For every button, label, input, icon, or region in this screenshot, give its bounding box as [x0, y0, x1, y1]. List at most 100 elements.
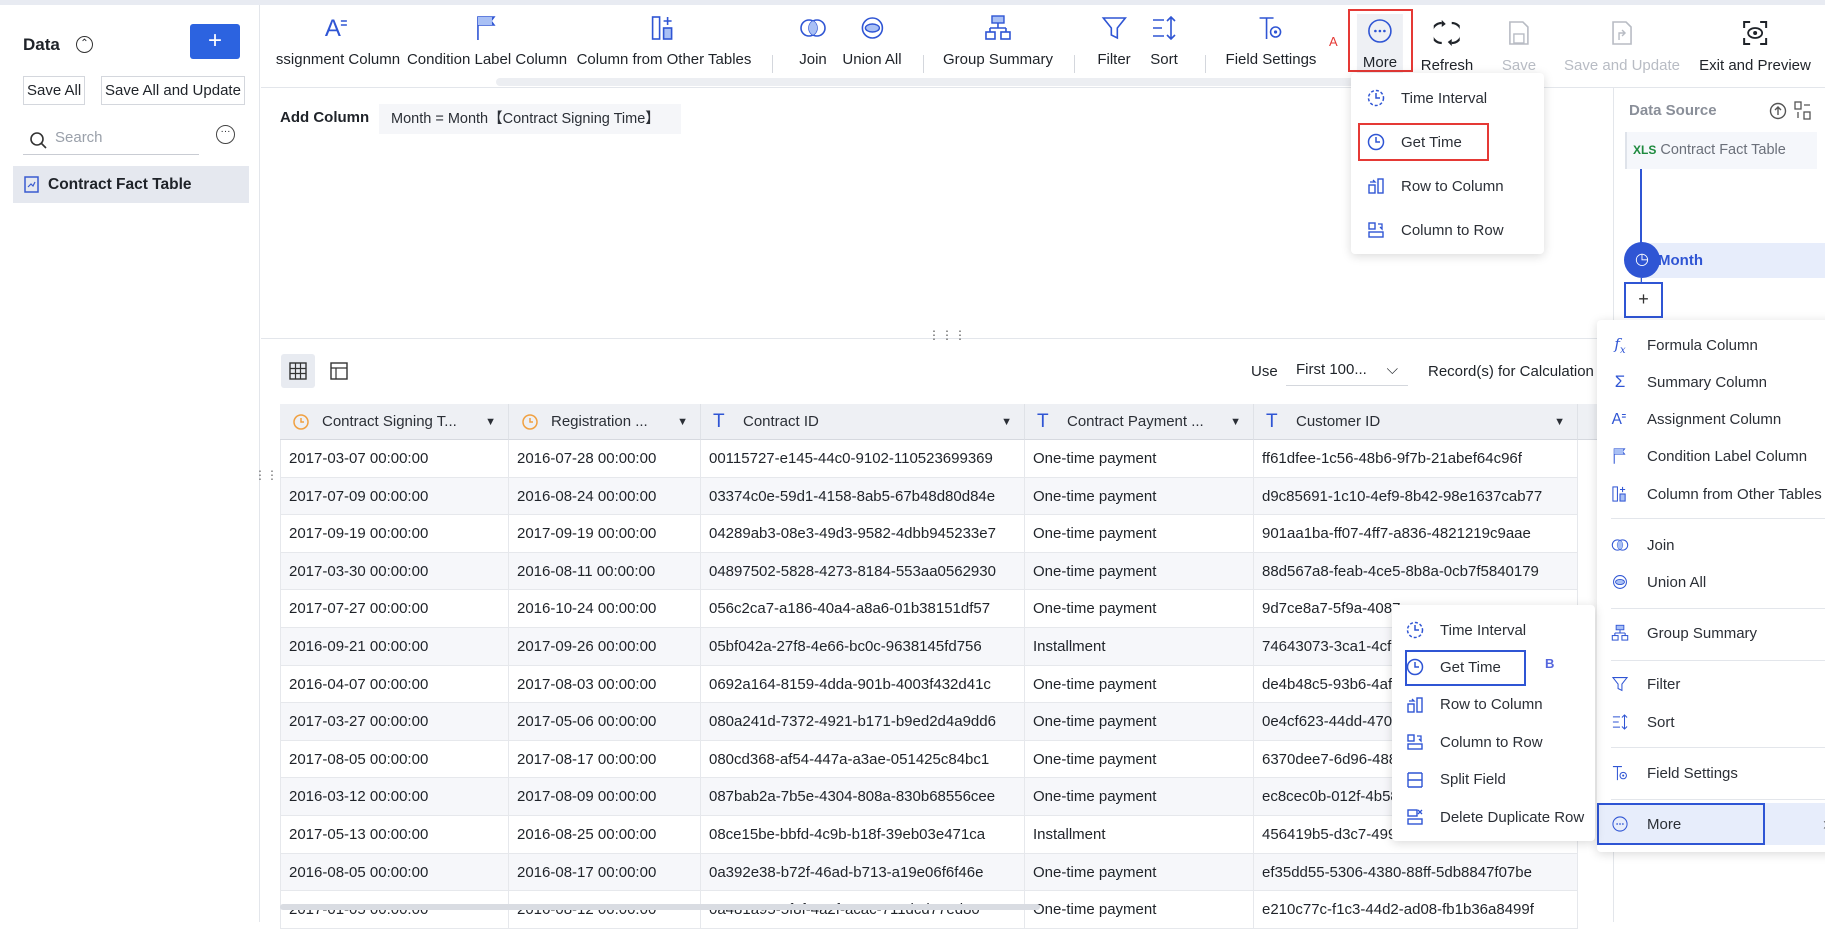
table-cell: 2017-05-13 00:00:00: [280, 816, 509, 854]
menu-divider: [1611, 518, 1825, 519]
toolbar-column-from-other-tables-button[interactable]: Column from Other Tables: [577, 13, 751, 68]
column-header-contract-payment[interactable]: T Contract Payment ... ▼: [1025, 404, 1254, 440]
table-cell: 2016-08-25 00:00:00: [509, 816, 701, 854]
column-menu-icon[interactable]: ▼: [1001, 416, 1012, 428]
row-to-column-icon: [1368, 178, 1384, 194]
save-all-button[interactable]: Save All: [23, 76, 86, 105]
collapse-icon[interactable]: ⌃: [76, 36, 93, 53]
column-menu-icon[interactable]: ▼: [485, 416, 496, 428]
table-cell: 2016-03-12 00:00:00: [280, 778, 509, 816]
formula-icon: fx: [1614, 334, 1626, 356]
add-menu-item-filter[interactable]: Filter: [1597, 666, 1825, 702]
exit-and-preview-button[interactable]: Exit and Preview: [1699, 18, 1811, 74]
submenu-item-split-field[interactable]: Split Field: [1392, 762, 1595, 798]
table-cell: d9c85691-1c10-4ef9-8b42-98e1637cab77: [1254, 477, 1578, 516]
more-submenu: Time Interval Get Time Row to Column Column…: [1392, 605, 1595, 841]
save-and-update-button[interactable]: Save and Update: [1564, 18, 1680, 74]
toolbar-filter-button[interactable]: Filter: [1097, 13, 1131, 68]
table-cell: 2016-07-28 00:00:00: [509, 440, 701, 478]
join-icon: [1611, 539, 1629, 551]
add-menu-item-condition-label-column[interactable]: Condition Label Column: [1597, 438, 1825, 474]
group-summary-icon: [1611, 624, 1629, 641]
submenu-item-delete-duplicate-row[interactable]: Delete Duplicate Row: [1392, 799, 1595, 835]
add-menu-item-join[interactable]: Join: [1597, 527, 1825, 563]
add-menu-item-group-summary[interactable]: Group Summary: [1597, 615, 1825, 651]
search-icon: [30, 132, 47, 149]
add-menu-item-assignment-column[interactable]: A Assignment Column: [1597, 401, 1825, 437]
add-menu-item-formula-column[interactable]: fx Formula Column: [1597, 327, 1825, 363]
search-input[interactable]: Search: [23, 123, 199, 155]
add-step-button[interactable]: +: [1624, 282, 1663, 318]
table-cell: One-time payment: [1025, 778, 1254, 816]
column-header-registration[interactable]: Registration ... ▼: [509, 404, 701, 440]
sidebar-item-contract-fact-table[interactable]: Contract Fact Table: [13, 166, 249, 203]
table-horizontal-scrollbar[interactable]: [280, 904, 1040, 910]
add-menu-item-column-from-other-tables[interactable]: Column from Other Tables: [1597, 476, 1825, 512]
history-icon[interactable]: [1769, 101, 1787, 121]
add-menu-item-sort[interactable]: Sort: [1597, 704, 1825, 740]
record-count-select[interactable]: First 100... ⌵: [1286, 354, 1408, 386]
time-interval-icon: [1406, 621, 1424, 639]
layout-switch-icon[interactable]: [1794, 101, 1812, 121]
table-cell: 2016-08-17 00:00:00: [509, 853, 701, 892]
column-header-customer-id[interactable]: T Customer ID ▼: [1254, 404, 1578, 440]
use-label: Use: [1251, 363, 1278, 380]
grid-view-button[interactable]: [281, 354, 315, 388]
column-menu-icon[interactable]: ▼: [677, 416, 688, 428]
table-cell: One-time payment: [1025, 515, 1254, 553]
toolbar-condition-label-column-button[interactable]: Condition Label Column: [407, 13, 567, 68]
table-cell: 080cd368-af54-447a-a3ae-051425c84bc1: [701, 740, 1025, 779]
table-cell: One-time payment: [1025, 853, 1254, 892]
drag-handle-icon[interactable]: ⋮⋮⋮: [928, 328, 967, 342]
row-to-column-icon: [1407, 697, 1423, 713]
more-options-icon[interactable]: ···: [216, 125, 235, 144]
annotation-b: B: [1545, 656, 1555, 671]
submenu-item-column-to-row[interactable]: Column to Row: [1392, 724, 1595, 760]
column-header-contract-signing-t[interactable]: Contract Signing T... ▼: [280, 404, 509, 440]
toolbar-sort-button[interactable]: Sort: [1150, 13, 1178, 68]
flow-node-source[interactable]: XLS Contract Fact Table: [1625, 132, 1817, 169]
text-type-icon: T: [1037, 410, 1049, 432]
more-menu-item-column-to-row[interactable]: Column to Row: [1351, 212, 1544, 248]
assignment-column-icon: A: [325, 15, 347, 42]
refresh-icon: [1434, 20, 1460, 46]
more-menu-item-time-interval[interactable]: Time Interval: [1351, 80, 1544, 116]
records-label: Record(s) for Calculation: [1428, 363, 1594, 380]
toolbar-join-button[interactable]: Join: [799, 13, 827, 68]
union-all-icon: [1613, 575, 1627, 589]
toolbar-scrollbar[interactable]: [496, 78, 1396, 86]
xls-badge-icon: XLS: [1633, 143, 1657, 157]
submenu-item-time-interval[interactable]: Time Interval: [1392, 612, 1595, 648]
column-from-other-tables-icon: [1612, 486, 1626, 502]
row-drag-handle-icon[interactable]: ⋮⋮: [254, 468, 278, 482]
table-file-icon: [24, 176, 39, 193]
save-button[interactable]: Save: [1502, 18, 1536, 74]
add-menu-item-field-settings[interactable]: Field Settings: [1597, 755, 1825, 791]
add-table-button[interactable]: +: [190, 24, 240, 59]
more-menu-item-row-to-column[interactable]: Row to Column: [1351, 168, 1544, 204]
grid-icon: [289, 362, 307, 380]
column-header-contract-id[interactable]: T Contract ID ▼: [701, 404, 1025, 440]
table-cell: 88d567a8-feab-4ce5-8b8a-0cb7f5840179: [1254, 552, 1578, 591]
toolbar-union-all-button[interactable]: Union All: [842, 13, 902, 68]
column-menu-icon[interactable]: ▼: [1554, 416, 1565, 428]
sidebar-title: Data: [23, 35, 60, 54]
add-menu-item-summary-column[interactable]: Σ Summary Column: [1597, 364, 1825, 400]
add-step-menu: fx Formula Column Σ Summary Column A Assignme…: [1597, 320, 1825, 852]
toolbar-group-summary-button[interactable]: Group Summary: [943, 13, 1053, 68]
layout-view-button[interactable]: [330, 362, 348, 384]
toolbar-field-settings-button[interactable]: Field Settings: [1226, 13, 1316, 68]
table-cell: One-time payment: [1025, 891, 1254, 929]
toolbar-ssignment-column-button[interactable]: Assignment Column: [276, 13, 400, 68]
table-cell: 0692a164-8159-4dda-901b-4003f432d41c: [701, 665, 1025, 704]
formula-expression[interactable]: Month = Month【Contract Signing Time】: [379, 104, 681, 134]
submenu-item-row-to-column[interactable]: Row to Column: [1392, 687, 1595, 723]
refresh-button[interactable]: Refresh: [1421, 18, 1473, 74]
table-cell: Installment: [1025, 816, 1254, 854]
flow-node-month[interactable]: Month: [1640, 243, 1825, 278]
table-cell: One-time payment: [1025, 477, 1254, 516]
column-menu-icon[interactable]: ▼: [1230, 416, 1241, 428]
save-all-and-update-button[interactable]: Save All and Update: [101, 76, 245, 105]
add-menu-item-union-all[interactable]: Union All: [1597, 564, 1825, 600]
preview-icon: [1743, 21, 1767, 45]
